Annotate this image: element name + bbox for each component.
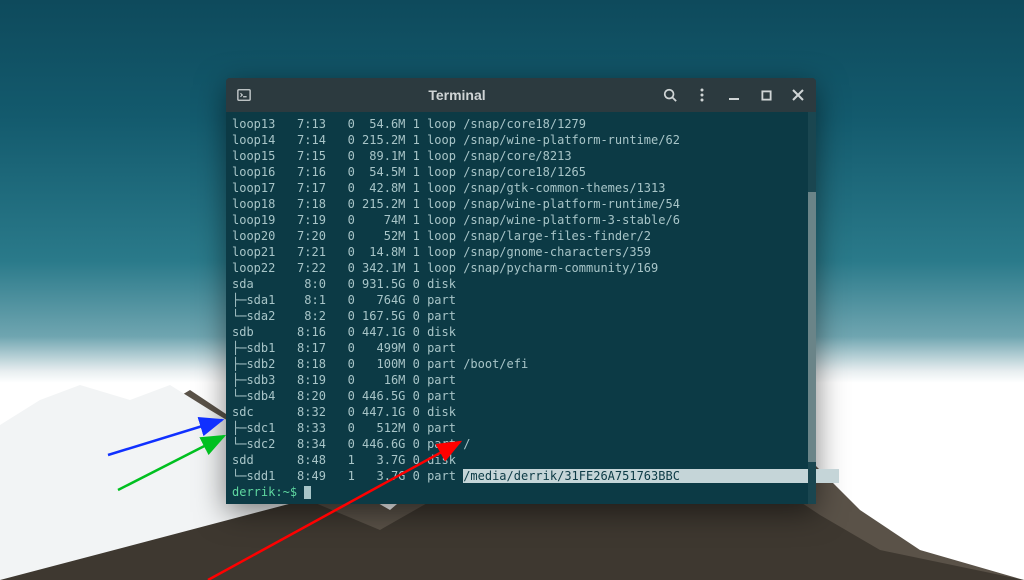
titlebar-controls: [662, 87, 806, 103]
desktop-background: Terminal loop13 7:13: [0, 0, 1024, 580]
output-row: sdc 8:32 0 447.1G 0 disk: [232, 404, 810, 420]
scrollbar[interactable]: [808, 112, 816, 504]
output-row: sdd 8:48 1 3.7G 0 disk: [232, 452, 810, 468]
prompt-line: derrik:~$: [232, 484, 810, 500]
cursor: [304, 486, 311, 499]
output-row: ├─sdb2 8:18 0 100M 0 part /boot/efi: [232, 356, 810, 372]
output-row: loop18 7:18 0 215.2M 1 loop /snap/wine-p…: [232, 196, 810, 212]
terminal-body[interactable]: loop13 7:13 0 54.6M 1 loop /snap/core18/…: [226, 112, 816, 504]
output-row: ├─sdb3 8:19 0 16M 0 part: [232, 372, 810, 388]
output-row: ├─sdc1 8:33 0 512M 0 part: [232, 420, 810, 436]
highlighted-mountpoint: /media/derrik/31FE26A751763BBC: [463, 469, 680, 483]
maximize-button[interactable]: [758, 87, 774, 103]
output-row: loop15 7:15 0 89.1M 1 loop /snap/core/82…: [232, 148, 810, 164]
menu-icon[interactable]: [694, 87, 710, 103]
output-row: sda 8:0 0 931.5G 0 disk: [232, 276, 810, 292]
output-row: └─sdb4 8:20 0 446.5G 0 part: [232, 388, 810, 404]
terminal-window: Terminal loop13 7:13: [226, 78, 816, 504]
titlebar[interactable]: Terminal: [226, 78, 816, 112]
search-icon[interactable]: [662, 87, 678, 103]
scrollbar-thumb[interactable]: [808, 192, 816, 462]
output-row: └─sda2 8:2 0 167.5G 0 part: [232, 308, 810, 324]
close-button[interactable]: [790, 87, 806, 103]
window-title: Terminal: [252, 87, 662, 103]
output-row: ├─sda1 8:1 0 764G 0 part: [232, 292, 810, 308]
output-row: sdb 8:16 0 447.1G 0 disk: [232, 324, 810, 340]
output-row: ├─sdb1 8:17 0 499M 0 part: [232, 340, 810, 356]
output-row: loop16 7:16 0 54.5M 1 loop /snap/core18/…: [232, 164, 810, 180]
output-row: loop13 7:13 0 54.6M 1 loop /snap/core18/…: [232, 116, 810, 132]
output-row: loop20 7:20 0 52M 1 loop /snap/large-fil…: [232, 228, 810, 244]
output-row: loop17 7:17 0 42.8M 1 loop /snap/gtk-com…: [232, 180, 810, 196]
output-row: loop21 7:21 0 14.8M 1 loop /snap/gnome-c…: [232, 244, 810, 260]
output-row: loop19 7:19 0 74M 1 loop /snap/wine-plat…: [232, 212, 810, 228]
output-row: └─sdd1 8:49 1 3.7G 0 part /media/derrik/…: [232, 468, 810, 484]
minimize-button[interactable]: [726, 87, 742, 103]
output-row: loop22 7:22 0 342.1M 1 loop /snap/pychar…: [232, 260, 810, 276]
output-row: └─sdc2 8:34 0 446.6G 0 part /: [232, 436, 810, 452]
output-row: loop14 7:14 0 215.2M 1 loop /snap/wine-p…: [232, 132, 810, 148]
terminal-app-icon: [236, 87, 252, 103]
